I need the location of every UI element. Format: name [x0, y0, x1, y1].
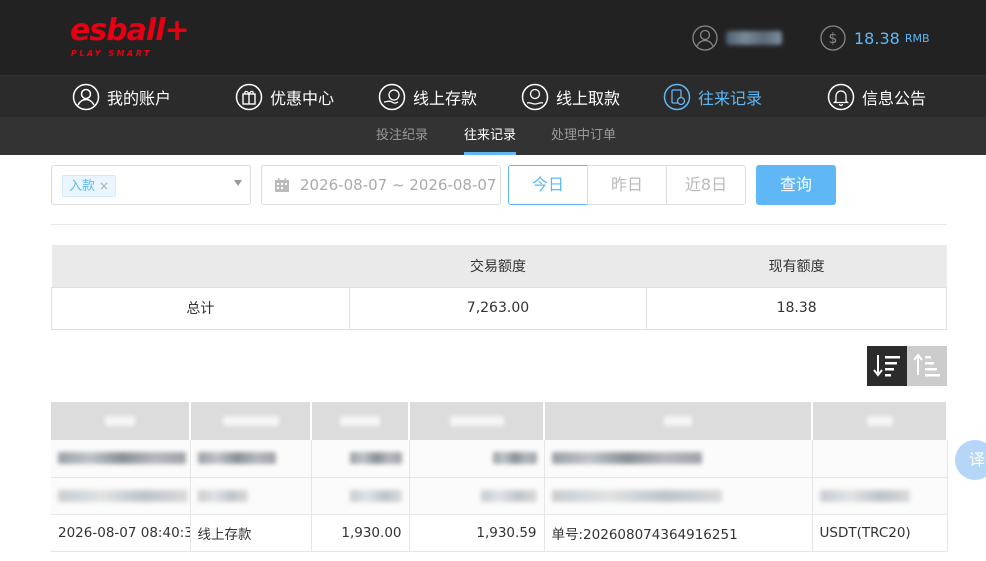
logo-subtext: PLAY SMART — [71, 49, 152, 58]
sort-ascending-button[interactable] — [907, 346, 947, 386]
nav-item-promotions[interactable]: 优惠中心 — [235, 76, 334, 118]
nav-label: 优惠中心 — [270, 89, 335, 108]
last-8-days-button[interactable]: 近8日 — [666, 165, 746, 205]
esball-logo[interactable]: esball+ PLAY SMART — [70, 14, 190, 62]
nav-label: 我的账户 — [107, 89, 172, 108]
records-header-row — [51, 402, 948, 440]
header-time-blurred — [51, 402, 191, 440]
table-row[interactable]: 2026-08-07 08:40:36 线上存款 1,930.00 1,930.… — [51, 514, 948, 552]
summary-total-balance: 18.38 — [646, 286, 947, 330]
bell-icon — [827, 83, 855, 111]
cell-blurred — [544, 477, 813, 515]
cell-blurred — [544, 440, 813, 478]
cell-time: 2026-08-07 08:40:36 — [51, 514, 191, 552]
cell-type: 线上存款 — [190, 514, 312, 552]
cell-amount: 1,930.00 — [311, 514, 410, 552]
record-icon — [663, 83, 691, 111]
sub-nav: 投注纪录 往来记录 处理中订单 — [0, 117, 986, 155]
cell-blurred — [409, 477, 545, 515]
calendar-icon — [275, 178, 289, 192]
nav-item-deposit[interactable]: 线上存款 — [378, 76, 477, 118]
summary-header-empty — [51, 245, 350, 287]
cell-blurred — [51, 440, 191, 478]
sort-ascending-icon — [913, 353, 940, 377]
nav-item-records[interactable]: 往来记录 — [663, 76, 762, 118]
user-account-area[interactable] — [692, 24, 782, 52]
today-button[interactable]: 今日 — [508, 165, 588, 205]
svg-text:$: $ — [829, 31, 838, 47]
cell-blurred — [311, 440, 410, 478]
user-icon — [72, 83, 100, 111]
balance-area: $ 18.38 RMB — [820, 24, 930, 52]
cell-blurred — [812, 440, 948, 478]
deposit-icon — [378, 83, 406, 111]
tag-close-icon[interactable]: × — [99, 179, 109, 193]
caret-down-icon — [234, 180, 242, 186]
dollar-coin-icon: $ — [820, 25, 846, 51]
gift-icon — [235, 83, 263, 111]
nav-item-withdraw[interactable]: 线上取款 — [521, 76, 620, 118]
cell-credit: 1,930.59 — [409, 514, 545, 552]
cell-order: 单号:202608074364916251 — [544, 514, 813, 552]
header-remark-blurred — [544, 402, 813, 440]
cell-blurred — [190, 477, 312, 515]
summary-total-amount: 7,263.00 — [348, 286, 648, 330]
summary-header-amount: 交易额度 — [349, 245, 647, 287]
cell-method: USDT(TRC20) — [812, 514, 948, 552]
records-table: 2026-08-07 08:40:36 线上存款 1,930.00 1,930.… — [51, 402, 948, 552]
logo-text: esball+ — [70, 13, 190, 48]
table-row[interactable] — [51, 440, 948, 478]
cell-blurred — [812, 477, 948, 515]
user-icon — [692, 25, 718, 51]
sort-descending-button[interactable] — [867, 346, 907, 386]
tab-transaction-records[interactable]: 往来记录 — [464, 117, 517, 155]
yesterday-button[interactable]: 昨日 — [587, 165, 667, 205]
header-method-blurred — [812, 402, 948, 440]
nav-label: 往来记录 — [698, 89, 763, 108]
nav-label: 线上取款 — [556, 89, 621, 108]
cell-blurred — [51, 477, 191, 515]
summary-header-balance: 现有额度 — [646, 245, 947, 287]
cell-blurred — [409, 440, 545, 478]
type-filter-select[interactable]: 入款 × — [51, 165, 251, 205]
sort-descending-icon — [873, 355, 900, 377]
type-filter-tag: 入款 × — [62, 175, 117, 197]
balance-value: 18.38 — [854, 28, 900, 48]
header-credit-blurred — [409, 402, 545, 440]
tab-bet-records[interactable]: 投注纪录 — [376, 117, 428, 155]
tab-pending-orders[interactable]: 处理中订单 — [551, 117, 616, 155]
main-nav: 我的账户 优惠中心 线上存款 线上取款 往来记录 信息公告 — [0, 75, 986, 117]
username-blurred — [726, 31, 782, 45]
cell-blurred — [190, 440, 312, 478]
query-button[interactable]: 查询 — [756, 165, 836, 205]
nav-label: 信息公告 — [862, 89, 927, 108]
date-range-text: 2026-08-07 ~ 2026-08-07 — [300, 176, 497, 194]
top-header: esball+ PLAY SMART $ 18.38 RMB — [0, 0, 986, 75]
translate-button[interactable]: 译 — [955, 440, 986, 480]
tag-label: 入款 — [69, 179, 96, 194]
balance-currency: RMB — [904, 31, 930, 45]
summary-total-label: 总计 — [51, 286, 350, 330]
nav-item-announcements[interactable]: 信息公告 — [827, 76, 926, 118]
header-type-blurred — [190, 402, 312, 440]
table-row[interactable] — [51, 477, 948, 515]
summary-table: 交易额度 现有额度 总计 7,263.00 18.38 — [51, 245, 947, 330]
divider — [51, 224, 947, 225]
withdraw-icon — [521, 83, 549, 111]
date-range-picker[interactable]: 2026-08-07 ~ 2026-08-07 — [261, 165, 501, 205]
nav-item-account[interactable]: 我的账户 — [72, 76, 171, 118]
header-amount-blurred — [311, 402, 410, 440]
nav-label: 线上存款 — [413, 89, 478, 108]
cell-blurred — [311, 477, 410, 515]
